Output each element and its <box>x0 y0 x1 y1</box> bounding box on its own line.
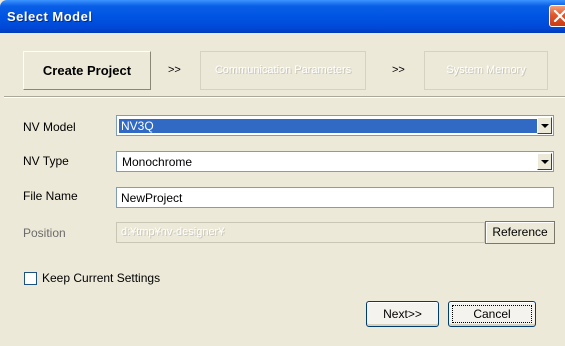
steps-divider <box>4 96 565 98</box>
file-name-label: File Name <box>23 189 78 203</box>
dialog-body: Create Project >> Communication Paramete… <box>4 33 565 346</box>
select-model-dialog: Select Model Create Project >> Communica… <box>0 0 565 346</box>
wizard-steps: Create Project >> Communication Paramete… <box>11 43 565 103</box>
position-label: Position <box>23 226 66 240</box>
nv-type-dropdown-button[interactable] <box>537 153 552 170</box>
nv-model-label: NV Model <box>23 120 76 134</box>
nv-type-value: Monochrome <box>122 155 193 169</box>
position-value: d:¥tmp¥nv-designer¥ <box>121 226 225 238</box>
window-title: Select Model <box>7 9 93 24</box>
step-arrow-1: >> <box>168 64 181 76</box>
file-name-input[interactable]: NewProject <box>116 187 554 208</box>
step-system-memory: System Memory <box>424 51 548 90</box>
nv-type-select[interactable]: Monochrome <box>116 151 554 172</box>
keep-settings-label[interactable]: Keep Current Settings <box>42 271 160 285</box>
step-arrow-2: >> <box>392 64 405 76</box>
next-button[interactable]: Next>> <box>366 301 439 327</box>
file-name-value: NewProject <box>121 191 183 205</box>
nv-model-value: NV3Q <box>119 119 537 133</box>
step-communication-parameters: Communication Parameters <box>200 51 366 90</box>
nv-model-select[interactable]: NV3Q <box>116 115 554 136</box>
reference-button[interactable]: Reference <box>485 221 555 244</box>
cancel-button[interactable]: Cancel <box>448 301 536 327</box>
keep-settings-checkbox[interactable] <box>24 272 37 285</box>
title-bar[interactable]: Select Model <box>0 0 565 33</box>
nv-type-label: NV Type <box>23 154 69 168</box>
position-input: d:¥tmp¥nv-designer¥ <box>116 222 485 243</box>
step-create-project: Create Project <box>23 51 151 90</box>
nv-model-dropdown-button[interactable] <box>537 117 552 134</box>
close-button[interactable] <box>549 5 565 27</box>
